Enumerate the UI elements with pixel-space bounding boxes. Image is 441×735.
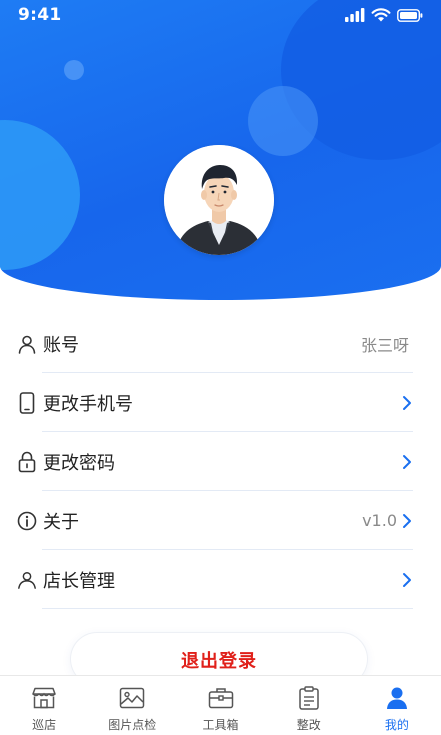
manager-icon [17,569,37,591]
divider [42,608,413,609]
toolbox-icon [208,686,234,710]
store-icon [31,686,57,710]
tab-label: 巡店 [32,718,57,732]
chevron-right-icon [401,454,413,470]
tab-image-inspection[interactable]: 图片点检 [88,676,176,735]
menu-item-about[interactable]: 关于 v1.0 [0,491,441,550]
app-version-value: v1.0 [362,511,397,530]
menu-item-label: 账号 [43,334,79,356]
profile-header: 9:41 [0,0,441,300]
status-time: 9:41 [18,5,62,25]
signal-icon [345,8,365,22]
person-icon [384,686,410,710]
tab-label: 整改 [296,718,321,732]
tab-label: 工具箱 [202,718,239,732]
decor-circle [64,60,84,80]
phone-icon [17,391,37,414]
decor-circle [248,86,318,156]
image-icon [119,686,145,710]
status-icons [345,8,423,22]
menu-item-change-password[interactable]: 更改密码 [0,432,441,491]
menu-item-change-phone[interactable]: 更改手机号 [0,373,441,432]
logout-label: 退出登录 [181,651,257,672]
battery-icon [397,8,423,22]
avatar-illustration [164,145,274,255]
chevron-right-icon [401,513,413,529]
account-name-value: 张三呀 [360,335,409,355]
status-bar: 9:41 [0,0,441,30]
tab-label: 我的 [384,718,409,732]
info-icon [17,510,37,532]
lock-icon [17,451,37,473]
tab-patrol-store[interactable]: 巡店 [0,676,88,735]
menu-item-account[interactable]: 账号 张三呀 [0,314,441,373]
menu-item-store-manager[interactable]: 店长管理 [0,550,441,609]
wifi-icon [371,8,391,22]
chevron-right-icon [401,395,413,411]
menu-item-label: 店长管理 [43,570,115,592]
settings-menu: 账号 张三呀 更改手机号 更改密码 关于 v1.0 店长管理 [0,314,441,609]
user-avatar[interactable] [164,145,274,255]
clipboard-icon [296,686,322,710]
tab-label: 图片点检 [108,718,157,732]
decor-circle [0,120,80,270]
tab-mine[interactable]: 我的 [353,676,441,735]
menu-item-label: 更改密码 [43,452,115,474]
user-icon [17,333,37,355]
bottom-tab-bar: 巡店 图片点检 工具箱 整改 我的 [0,675,441,735]
menu-item-label: 更改手机号 [43,393,133,415]
menu-item-label: 关于 [43,511,79,533]
tab-rectification[interactable]: 整改 [265,676,353,735]
tab-toolbox[interactable]: 工具箱 [176,676,264,735]
chevron-right-icon [401,572,413,588]
